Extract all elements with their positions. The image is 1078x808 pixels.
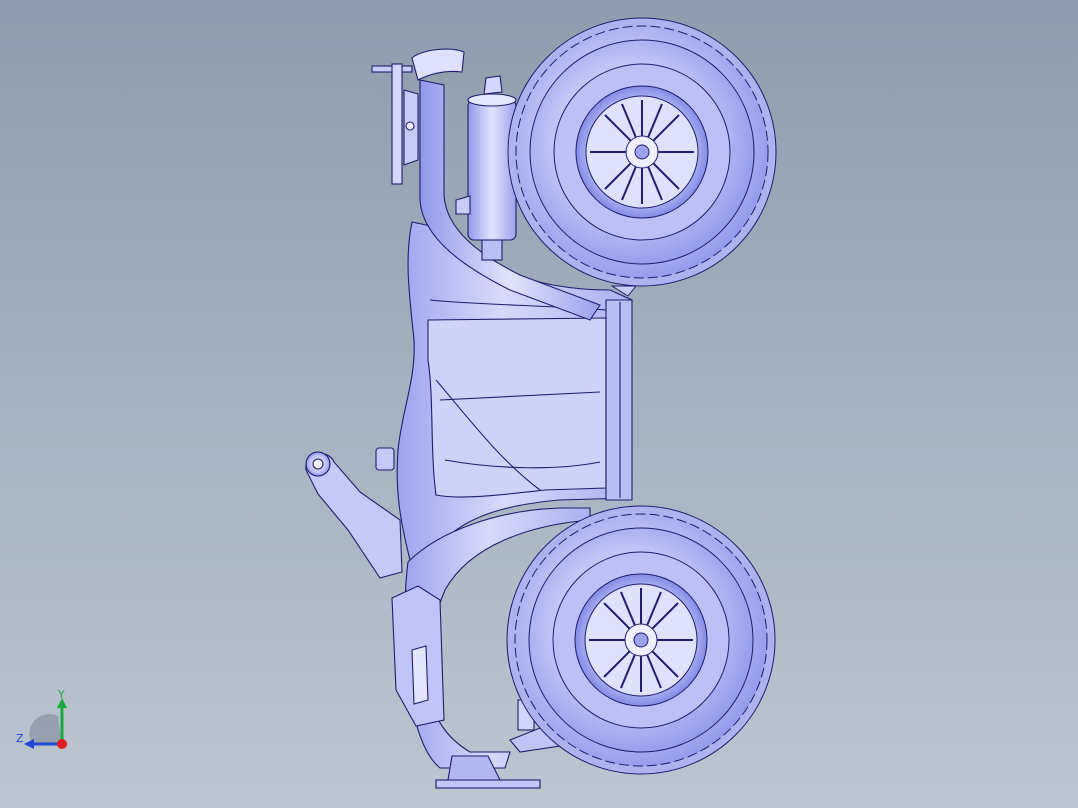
z-axis-arrow: [24, 739, 34, 749]
atv-model[interactable]: [0, 0, 1078, 808]
front-wheel[interactable]: [507, 17, 777, 297]
triad-shadow: [29, 714, 62, 744]
coordinate-triad: Y Z: [16, 688, 67, 749]
z-axis-label: Z: [16, 732, 24, 745]
graphics-viewport[interactable]: Y Z: [0, 0, 1078, 808]
handlebar[interactable]: [371, 63, 419, 185]
seat-rack[interactable]: [305, 447, 403, 579]
rear-wheel[interactable]: [506, 505, 776, 775]
x-axis-dot: [57, 739, 67, 749]
exhaust-muffler[interactable]: [455, 75, 517, 261]
y-axis-label: Y: [57, 688, 65, 701]
